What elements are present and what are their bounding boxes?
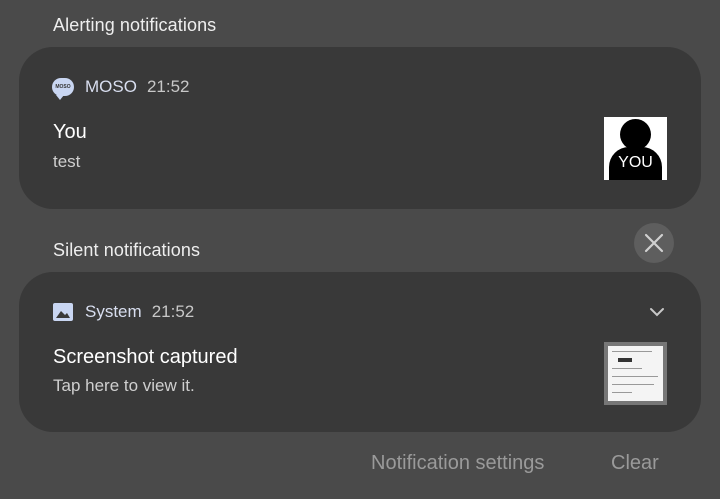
close-icon (644, 233, 664, 253)
silent-section-title: Silent notifications (53, 240, 201, 260)
chat-bubble-icon: MOSO (52, 76, 74, 100)
image-icon (52, 301, 74, 323)
notification-time: 21:52 (146, 77, 190, 96)
notification-text: Tap here to view it. (53, 376, 195, 395)
notification-settings-button[interactable]: Notification settings (371, 452, 544, 475)
moso-notification-card[interactable]: MOSO MOSO 21:52 You test YOU (19, 47, 701, 209)
alerting-section-title: Alerting notifications (53, 15, 217, 35)
screenshot-thumbnail (604, 342, 667, 405)
notification-header: System 21:52 (52, 300, 194, 324)
notification-panel: Alerting notifications MOSO MOSO 21:52 Y… (0, 0, 720, 499)
notification-title: You (53, 121, 87, 143)
clear-button[interactable]: Clear (611, 452, 659, 475)
expand-button[interactable] (647, 302, 667, 322)
app-icon-text: MOSO (55, 84, 71, 90)
system-notification-card[interactable]: System 21:52 Screenshot captured Tap her… (19, 272, 701, 432)
avatar-label: YOU (618, 154, 653, 171)
chevron-down-icon (650, 308, 664, 317)
notification-text: test (53, 152, 81, 171)
notification-time: 21:52 (151, 302, 195, 321)
app-name: System (85, 302, 142, 321)
notification-header: MOSO MOSO 21:52 (52, 75, 190, 100)
avatar: YOU (604, 117, 667, 180)
app-name: MOSO (85, 77, 137, 96)
dismiss-silent-button[interactable] (634, 223, 674, 263)
notification-title: Screenshot captured (53, 346, 238, 368)
